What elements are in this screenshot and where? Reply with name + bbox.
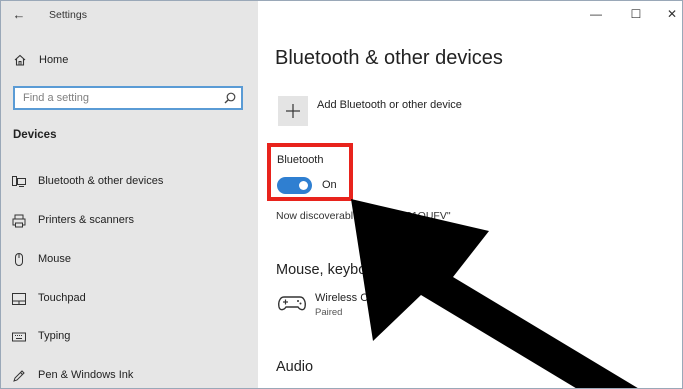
bluetooth-toggle-state: On (322, 179, 337, 191)
sidebar-item-label: Mouse (38, 253, 72, 265)
back-arrow-icon[interactable]: ← (10, 7, 28, 23)
sidebar-item-bluetooth[interactable]: Bluetooth & other devices (1, 169, 258, 195)
search-icon[interactable] (223, 91, 237, 105)
device-id-text: E81OUFV" (399, 210, 451, 222)
audio-section-title: Audio (276, 359, 314, 375)
toggle-knob (299, 181, 308, 190)
mouse-keyboard-section-title: Mouse, keyboar (276, 262, 380, 278)
search-input[interactable] (15, 88, 215, 108)
maximize-button[interactable]: ☐ (626, 5, 646, 23)
sidebar-item-label: Typing (38, 330, 71, 342)
settings-window: ← Settings Home Devices Bluetoot (0, 0, 683, 389)
sidebar-item-pen[interactable]: Pen & Windows Ink (1, 363, 258, 388)
sidebar: ← Settings Home Devices Bluetoot (1, 1, 258, 388)
sidebar-item-mouse[interactable]: Mouse (1, 247, 258, 273)
home-icon (14, 54, 26, 66)
sidebar-item-touchpad[interactable]: Touchpad (1, 286, 258, 312)
sidebar-item-printers[interactable]: Printers & scanners (1, 208, 258, 234)
page-title: Bluetooth & other devices (275, 47, 503, 69)
device-status: Paired (315, 307, 343, 318)
mouse-icon (15, 253, 23, 266)
add-device-button[interactable]: Add Bluetooth or other device (278, 95, 578, 129)
sidebar-item-label: Touchpad (38, 292, 86, 304)
search-box[interactable] (13, 86, 243, 110)
device-name[interactable]: Wireless Controlle (315, 292, 404, 304)
sidebar-item-label: Home (39, 54, 69, 66)
gamepad-icon (278, 296, 306, 311)
printer-icon (12, 214, 26, 228)
window-title: Settings (49, 9, 87, 21)
sidebar-item-label: Bluetooth & other devices (38, 175, 164, 187)
close-button[interactable]: ✕ (662, 5, 682, 23)
plus-icon[interactable] (278, 96, 308, 126)
keyboard-icon (12, 332, 26, 342)
discoverable-text: Now discoverabl (276, 210, 354, 222)
touchpad-icon (12, 293, 26, 305)
sidebar-item-label: Printers & scanners (38, 214, 134, 226)
sidebar-section-header: Devices (13, 129, 57, 141)
sidebar-item-home[interactable]: Home (1, 50, 258, 72)
bluetooth-devices-icon (12, 176, 26, 187)
bluetooth-label: Bluetooth (277, 154, 324, 166)
sidebar-item-label: Pen & Windows Ink (38, 369, 134, 381)
bluetooth-toggle[interactable] (277, 177, 312, 194)
add-device-label: Add Bluetooth or other device (317, 99, 462, 111)
titlebar: ← Settings (1, 1, 258, 31)
minimize-button[interactable]: — (586, 5, 606, 23)
sidebar-item-typing[interactable]: Typing (1, 324, 258, 350)
pen-icon (13, 370, 25, 382)
window-controls: — ☐ ✕ (564, 1, 682, 29)
